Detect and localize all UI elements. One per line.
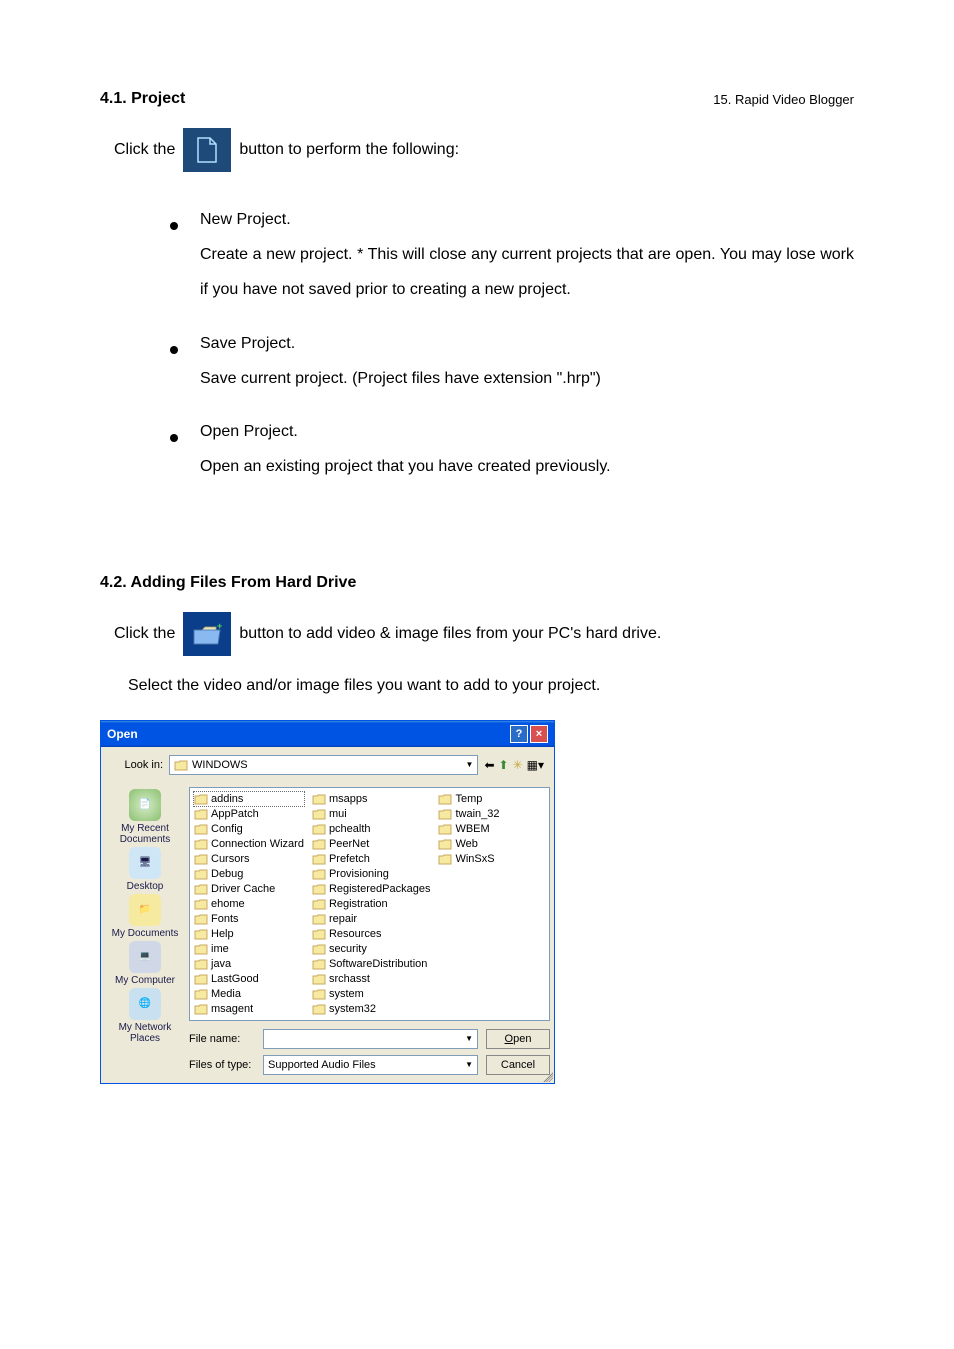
bullet-body: Open an existing project that you have c… [200,449,854,484]
lookin-row: Look in: WINDOWS ▼ ⬅ ⬆ ✳ ▦▾ [107,753,548,781]
list-item[interactable]: LastGood [194,972,304,986]
click-text-before: Click the [114,141,175,159]
desktop-icon: 🖥 [129,847,161,879]
list-item[interactable]: SoftwareDistribution [312,957,431,971]
places-sidebar: 📄 My Recent Documents 🖥 Desktop 📁 My Doc… [105,787,185,1075]
list-item[interactable]: Web [438,837,499,851]
svg-text:+: + [217,622,222,631]
list-item[interactable]: RegisteredPackages [312,882,431,896]
filename-label: File name: [189,1033,255,1045]
folder-open-icon [174,759,188,771]
chevron-down-icon: ▼ [465,1034,473,1043]
lookin-dropdown[interactable]: WINDOWS ▼ [169,755,478,775]
list-item[interactable]: pchealth [312,822,431,836]
computer-icon: 💻 [129,941,161,973]
up-folder-icon[interactable]: ⬆ [499,758,509,772]
views-icon[interactable]: ▦▾ [527,758,544,772]
list-item[interactable]: java [194,957,304,971]
list-item[interactable]: AppPatch [194,807,304,821]
documents-icon: 📁 [129,894,161,926]
dialog-title-text: Open [107,727,138,741]
list-item[interactable]: Resources [312,927,431,941]
click-text-after: button to perform the following: [239,141,459,159]
lookin-value: WINDOWS [192,759,248,771]
open-dialog: Open ? × Look in: WINDOWS ▼ ⬅ ⬆ ✳ ▦▾ 📄 [100,720,555,1084]
list-item[interactable]: Connection Wizard [194,837,304,851]
list-item[interactable]: Driver Cache [194,882,304,896]
bullet-icon [170,434,178,442]
click-text-before: Click the [114,625,175,643]
list-item[interactable]: Temp [438,792,499,806]
list-item[interactable]: WinSxS [438,852,499,866]
list-item[interactable]: system [312,987,431,1001]
list-item[interactable]: Debug [194,867,304,881]
list-item[interactable]: security [312,942,431,956]
filetype-value: Supported Audio Files [268,1059,376,1071]
list-item[interactable]: ime [194,942,304,956]
list-item[interactable]: Registration [312,897,431,911]
close-icon[interactable]: × [530,725,548,743]
help-icon[interactable]: ? [510,725,528,743]
file-list[interactable]: addinsAppPatchConfigConnection WizardCur… [189,787,550,1021]
list-item[interactable]: msagent [194,1002,304,1016]
filetype-dropdown[interactable]: Supported Audio Files ▼ [263,1055,478,1075]
click-text-after: button to add video & image files from y… [239,625,661,643]
sidebar-recent[interactable]: 📄 My Recent Documents [105,789,185,845]
list-item[interactable]: Media [194,987,304,1001]
list-item[interactable]: srchasst [312,972,431,986]
bullet-icon [170,222,178,230]
list-item[interactable]: mui [312,807,431,821]
add-file-icon: + [183,612,231,656]
sidebar-computer[interactable]: 💻 My Computer [115,941,175,986]
section-4-2-title: 4.2. Adding Files From Hard Drive [100,574,854,592]
list-item[interactable]: msapps [312,792,431,806]
filetype-label: Files of type: [189,1059,255,1071]
bullet-title: New Project. [200,202,291,237]
bullet-body: Create a new project. * This will close … [200,237,854,307]
open-button[interactable]: Open [486,1029,550,1049]
network-icon: 🌐 [129,988,161,1020]
list-item[interactable]: Prefetch [312,852,431,866]
addfile-line2: Select the video and/or image files you … [128,668,854,703]
new-project-icon [183,128,231,172]
lookin-label: Look in: [107,759,163,771]
bullet-title: Save Project. [200,326,295,361]
list-item[interactable]: ehome [194,897,304,911]
filename-input[interactable]: ▼ [263,1029,478,1049]
list-item[interactable]: repair [312,912,431,926]
list-item[interactable]: Help [194,927,304,941]
sidebar-desktop[interactable]: 🖥 Desktop [127,847,164,892]
project-bullet-2: Save Project. Save current project. (Pro… [170,326,854,396]
sidebar-network[interactable]: 🌐 My Network Places [105,988,185,1044]
project-click-instruction: Click the button to perform the followin… [114,128,854,172]
list-item[interactable]: Config [194,822,304,836]
resize-grip[interactable] [541,1070,553,1082]
sidebar-documents[interactable]: 📁 My Documents [112,894,179,939]
chevron-down-icon: ▼ [466,760,474,769]
recent-icon: 📄 [129,789,161,821]
chevron-down-icon: ▼ [465,1060,473,1069]
list-item[interactable]: twain_32 [438,807,499,821]
list-item[interactable]: system32 [312,1002,431,1016]
bullet-title: Open Project. [200,414,298,449]
list-item[interactable]: Provisioning [312,867,431,881]
nav-toolbar: ⬅ ⬆ ✳ ▦▾ [484,758,544,772]
project-bullet-1: New Project. Create a new project. * Thi… [170,202,854,308]
list-item[interactable]: WBEM [438,822,499,836]
bullet-body: Save current project. (Project files hav… [200,361,854,396]
new-folder-icon[interactable]: ✳ [513,758,523,772]
list-item[interactable]: addins [194,792,304,806]
bullet-icon [170,346,178,354]
back-icon[interactable]: ⬅ [484,758,494,772]
addfile-click-instruction: Click the + button to add video & image … [114,612,854,656]
project-bullet-3: Open Project. Open an existing project t… [170,414,854,484]
list-item[interactable]: Cursors [194,852,304,866]
dialog-titlebar: Open ? × [101,721,554,747]
list-item[interactable]: Fonts [194,912,304,926]
page-header: 15. Rapid Video Blogger [713,92,854,107]
list-item[interactable]: PeerNet [312,837,431,851]
